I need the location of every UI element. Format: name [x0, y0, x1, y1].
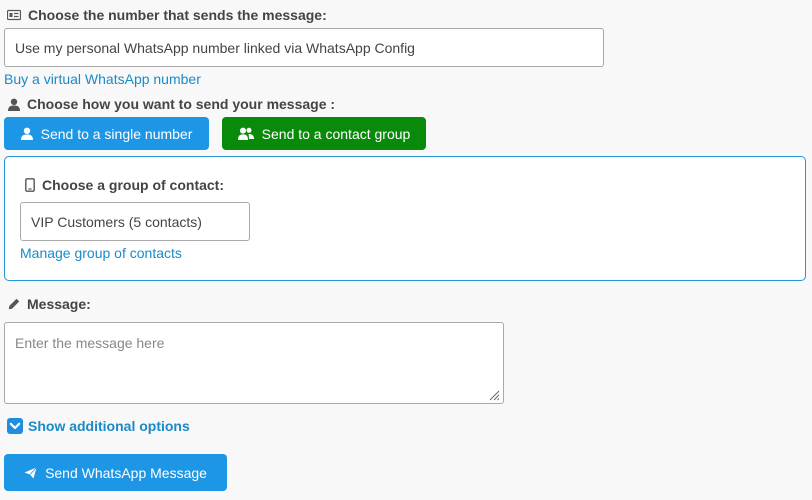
- paper-plane-icon: [24, 466, 37, 479]
- send-whatsapp-message-label: Send WhatsApp Message: [45, 464, 207, 481]
- send-to-single-number-label: Send to a single number: [40, 125, 193, 142]
- show-additional-options-toggle[interactable]: Show additional options: [7, 418, 190, 434]
- contact-group-value: VIP Customers (5 contacts): [31, 213, 202, 230]
- sender-label: Choose the number that sends the message…: [28, 7, 327, 23]
- user-icon: [8, 98, 20, 111]
- message-label-row: Message:: [8, 296, 91, 312]
- contact-group-panel: Choose a group of contact: VIP Customers…: [4, 156, 806, 281]
- id-card-icon: [7, 9, 21, 21]
- send-to-contact-group-button[interactable]: Send to a contact group: [222, 117, 426, 150]
- contact-group-label-row: Choose a group of contact:: [25, 177, 224, 193]
- show-additional-options-label: Show additional options: [28, 418, 190, 434]
- sender-number-value: Use my personal WhatsApp number linked v…: [15, 39, 415, 56]
- pencil-icon: [8, 298, 20, 310]
- sender-number-select[interactable]: Use my personal WhatsApp number linked v…: [4, 28, 604, 67]
- send-to-single-number-button[interactable]: Send to a single number: [4, 117, 209, 150]
- buy-virtual-number-link[interactable]: Buy a virtual WhatsApp number: [4, 71, 201, 87]
- send-mode-label: Choose how you want to send your message…: [27, 96, 336, 112]
- users-icon: [237, 127, 254, 140]
- resize-handle-icon[interactable]: [488, 389, 500, 401]
- user-icon: [20, 127, 33, 140]
- manage-group-link[interactable]: Manage group of contacts: [20, 245, 182, 261]
- contact-group-label: Choose a group of contact:: [42, 177, 224, 193]
- send-to-contact-group-label: Send to a contact group: [261, 125, 411, 142]
- send-whatsapp-message-button[interactable]: Send WhatsApp Message: [4, 454, 227, 491]
- message-label: Message:: [27, 296, 91, 312]
- message-textarea[interactable]: [4, 322, 504, 404]
- chevron-down-icon: [7, 418, 23, 434]
- send-mode-label-row: Choose how you want to send your message…: [8, 96, 335, 112]
- sender-label-row: Choose the number that sends the message…: [7, 7, 327, 23]
- mobile-phone-icon: [25, 178, 35, 192]
- contact-group-select[interactable]: VIP Customers (5 contacts): [20, 202, 250, 241]
